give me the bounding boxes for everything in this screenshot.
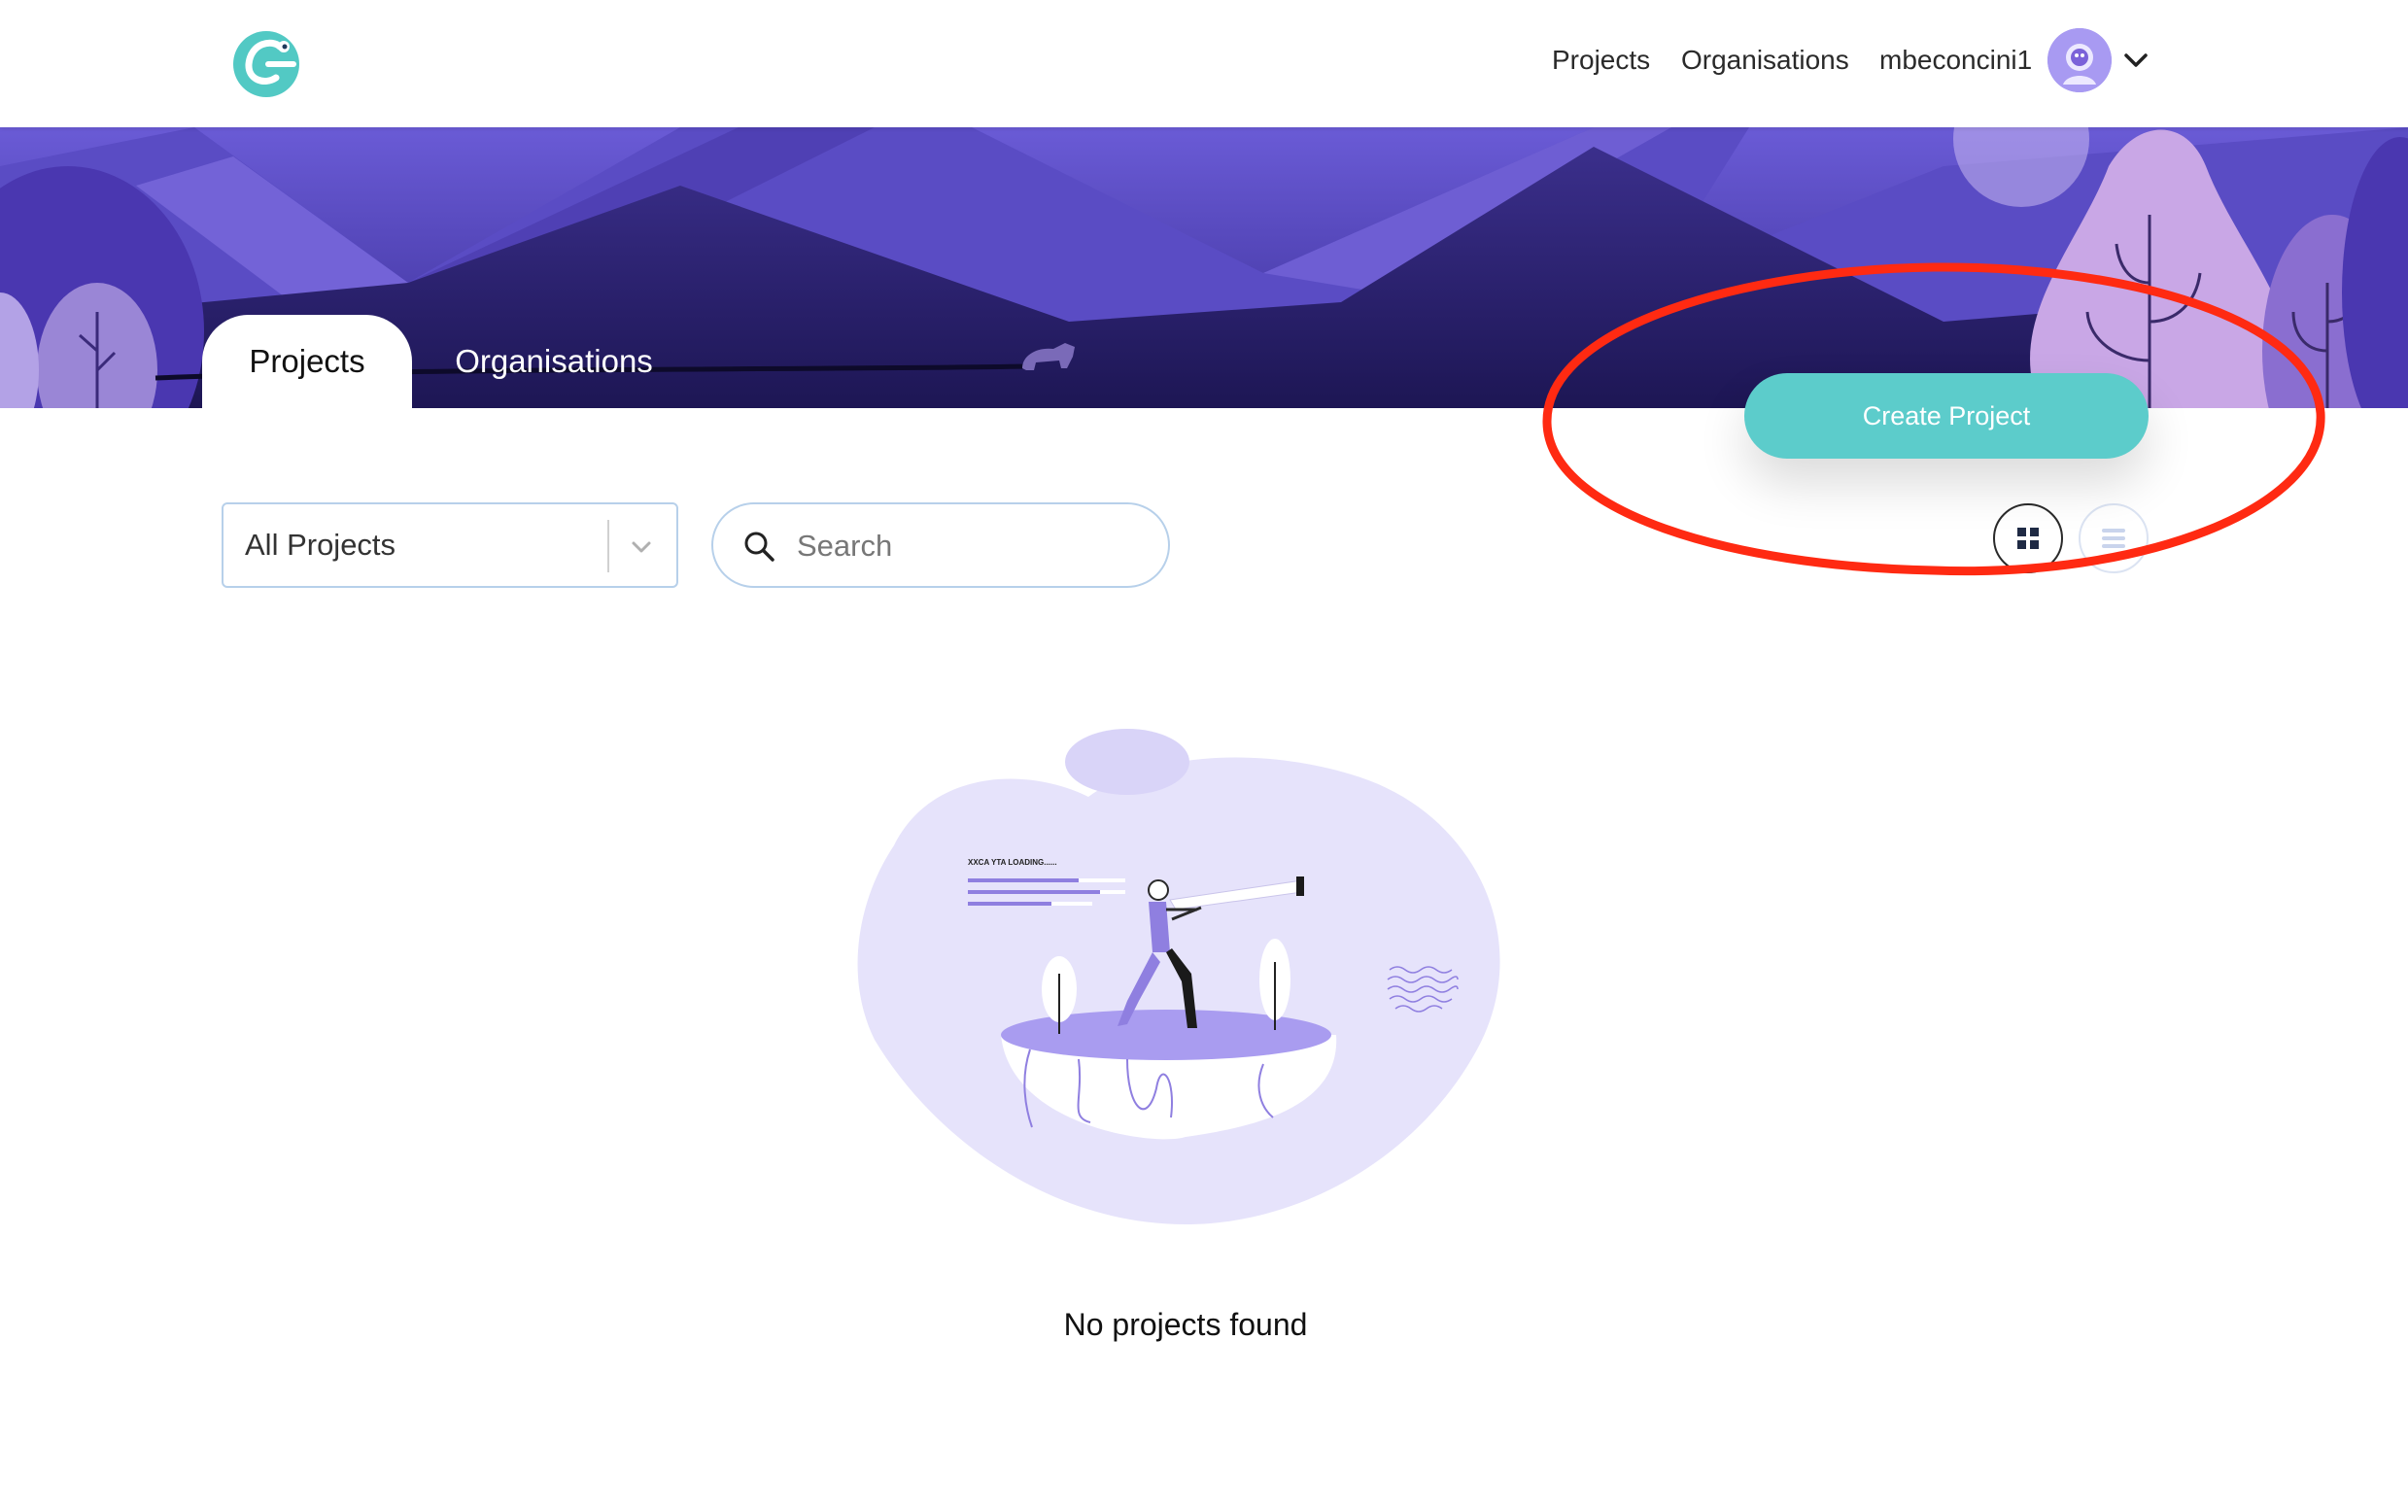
nav-organisations-link[interactable]: Organisations (1681, 43, 1849, 78)
logo-icon[interactable] (229, 25, 303, 99)
hero-banner: Projects Organisations (0, 127, 2408, 408)
select-divider (607, 520, 609, 572)
illustration-loading-text: XXCA YTA LOADING...... (968, 858, 1057, 867)
top-navigation: Projects Organisations mbeconcini1 (0, 0, 2408, 127)
search-input[interactable] (795, 522, 1149, 570)
chevron-down-icon[interactable] (628, 533, 655, 561)
search-icon (744, 532, 774, 562)
list-view-button[interactable] (2079, 503, 2149, 573)
list-view-icon (2102, 529, 2125, 548)
empty-state-message: No projects found (1063, 1307, 1308, 1342)
tab-projects[interactable]: Projects (202, 315, 412, 408)
nav-username[interactable]: mbeconcini1 (1879, 43, 2032, 78)
chevron-down-icon[interactable] (2122, 47, 2150, 74)
project-filter-value: All Projects (245, 528, 396, 562)
project-filter-select[interactable]: All Projects (222, 502, 678, 588)
avatar[interactable] (2047, 28, 2112, 92)
grid-view-button[interactable] (1993, 503, 2063, 573)
grid-view-icon (2017, 528, 2039, 549)
create-project-button[interactable]: Create Project (1744, 373, 2149, 459)
nav-projects-link[interactable]: Projects (1552, 43, 1650, 78)
user-avatar-icon (2047, 28, 2112, 92)
search-box (711, 502, 1170, 588)
empty-state-illustration: XXCA YTA LOADING...... (857, 729, 1500, 1224)
tab-organisations[interactable]: Organisations (437, 315, 671, 408)
